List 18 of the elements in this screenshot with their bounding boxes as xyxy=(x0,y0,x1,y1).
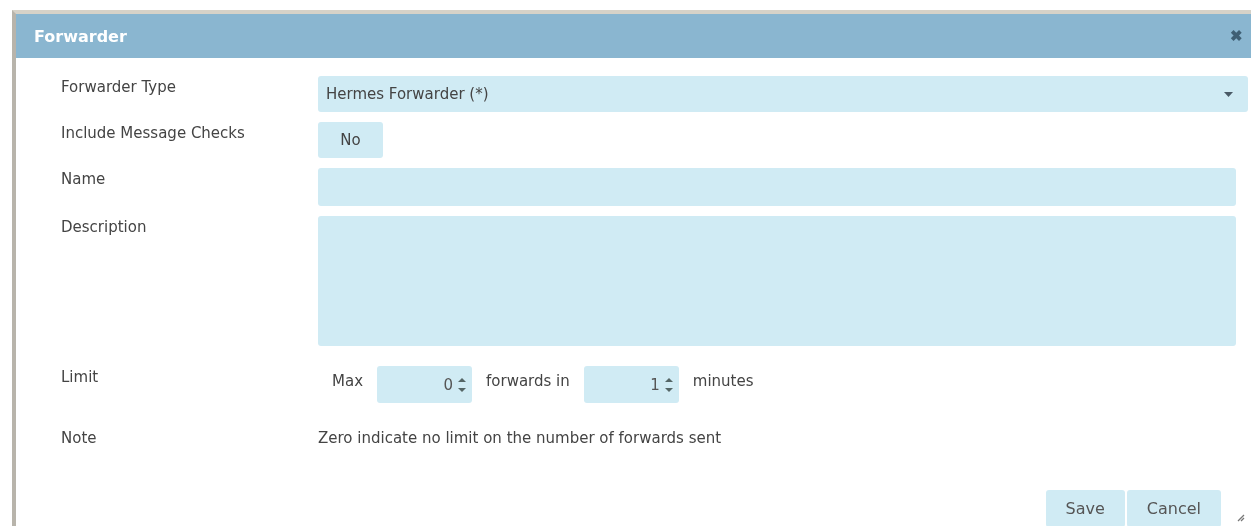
toggle-button[interactable]: No xyxy=(318,122,383,158)
dropdown[interactable]: Hermes Forwarder (*) xyxy=(318,76,1248,112)
window-title: Forwarder xyxy=(34,26,127,46)
number-spinner[interactable]: 0 xyxy=(377,366,472,403)
number-spinner[interactable]: 1 xyxy=(583,366,679,403)
limit-text: Max xyxy=(331,371,364,390)
field-label: Forwarder Type xyxy=(61,77,177,98)
close-button[interactable]: ✖ xyxy=(1230,27,1243,45)
cancel-button[interactable]: Cancel xyxy=(1126,490,1221,526)
save-button[interactable]: Save xyxy=(1045,490,1125,526)
limit-text: minutes xyxy=(691,371,755,390)
field-label: Include Message Checks xyxy=(61,123,246,144)
note-text: Zero indicate no limit on the number of forwards sent xyxy=(318,429,722,447)
field-label: Name xyxy=(61,169,107,190)
limit-text: forwards in xyxy=(485,371,571,390)
field-label: Note xyxy=(61,429,98,447)
field-label: Limit xyxy=(61,367,100,388)
field-label: Description xyxy=(61,217,148,238)
